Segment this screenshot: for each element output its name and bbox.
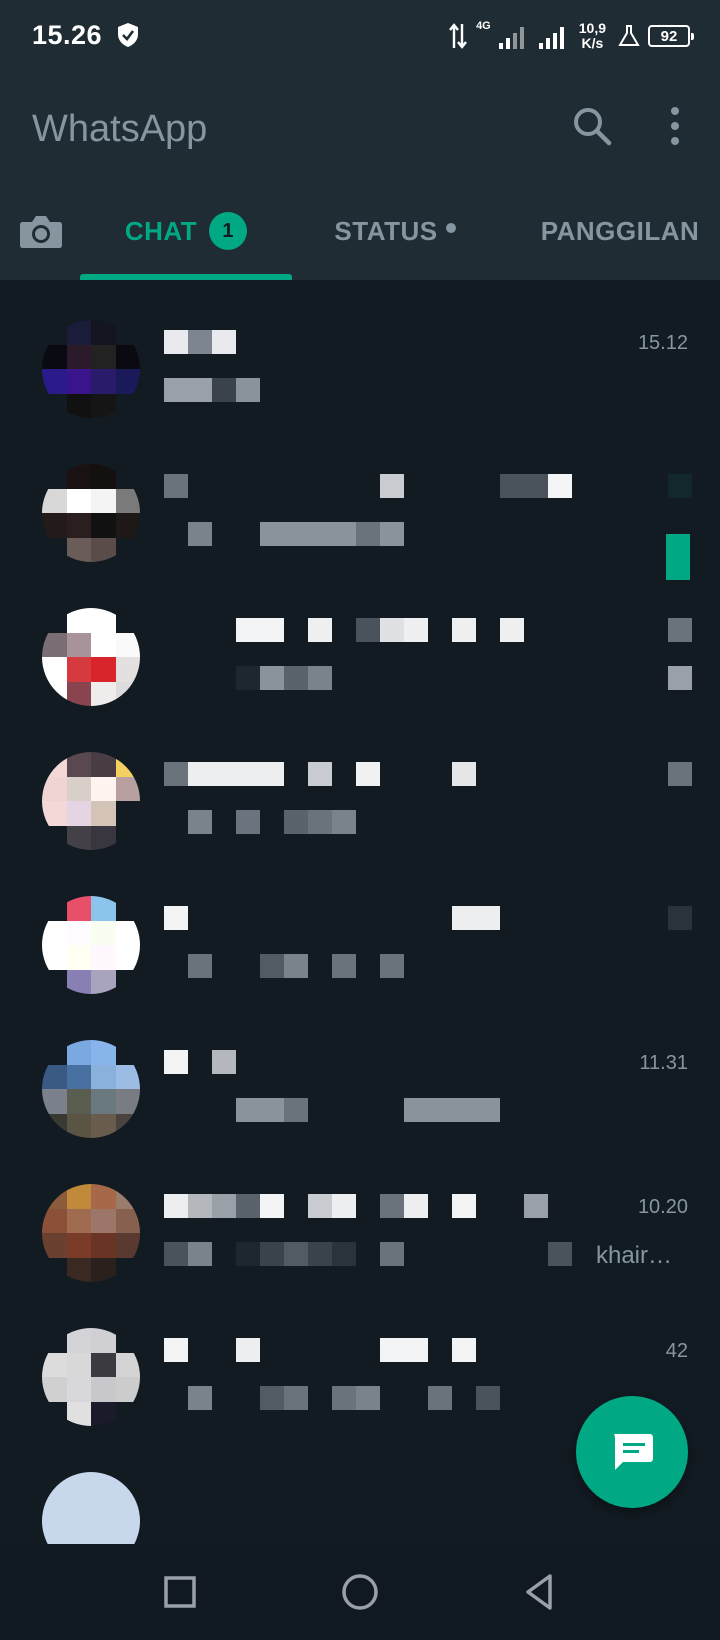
chat-name-redacted	[164, 1194, 548, 1218]
avatar	[42, 752, 140, 850]
chat-preview-redacted	[164, 666, 332, 690]
more-options-icon[interactable]	[660, 102, 690, 150]
chat-name-redacted	[164, 906, 500, 930]
chat-name-redacted	[164, 474, 572, 498]
avatar	[42, 1472, 140, 1544]
signal-icon-2	[538, 27, 564, 49]
chat-name-redacted	[164, 330, 236, 354]
status-update-dot	[445, 223, 456, 233]
chat-row[interactable]	[0, 568, 720, 712]
clock: 15.26	[32, 20, 103, 50]
tab-status-label: STATUS	[334, 215, 438, 246]
time-redacted	[668, 474, 692, 498]
tab-calls-label: PANGGILAN	[540, 215, 700, 246]
chat-time: 15.12	[637, 332, 688, 354]
chat-list[interactable]: 15.12 11.31 10.20 khair… 42	[0, 280, 720, 1544]
back-button[interactable]	[516, 1568, 564, 1616]
network-type: 4G	[476, 20, 491, 32]
app-title: WhatsApp	[32, 108, 208, 150]
chat-time: 11.31	[639, 1052, 688, 1074]
count-redacted	[668, 666, 692, 690]
new-chat-icon	[614, 1434, 653, 1470]
recents-button[interactable]	[156, 1568, 204, 1616]
search-icon[interactable]	[568, 102, 616, 150]
chat-preview-redacted	[164, 810, 356, 834]
new-chat-button[interactable]	[576, 1396, 688, 1508]
unread-badge: 1	[209, 212, 248, 250]
time-redacted	[668, 906, 692, 930]
chat-preview-tail: khair…	[595, 1242, 672, 1269]
app-bar: WhatsApp	[0, 72, 720, 182]
chat-row[interactable]	[0, 856, 720, 1000]
chat-time: 10.20	[637, 1196, 688, 1218]
network-speed: 10,9 K/s	[579, 21, 606, 51]
status-bar: 15.26 4G 10,9 K/s 92	[0, 0, 720, 72]
tab-bar: CHAT 1 STATUS PANGGILAN	[0, 182, 720, 280]
speed-value: 10,9	[578, 20, 606, 36]
camera-icon	[20, 216, 62, 248]
chat-row[interactable]: 10.20 khair…	[0, 1144, 720, 1288]
signal-icon	[498, 27, 524, 49]
avatar	[42, 896, 140, 994]
time-redacted	[668, 618, 692, 642]
battery-icon: 92	[648, 25, 694, 47]
avatar	[42, 1184, 140, 1282]
avatar	[42, 1040, 140, 1138]
chat-preview-redacted	[164, 1098, 500, 1122]
chat-preview-redacted	[164, 1386, 500, 1410]
chat-name-redacted	[164, 1338, 476, 1362]
tab-status[interactable]: STATUS	[320, 182, 470, 280]
avatar	[42, 320, 140, 418]
chat-row[interactable]: 11.31	[0, 1000, 720, 1144]
tab-calls[interactable]: PANGGILAN	[520, 182, 720, 280]
chat-row[interactable]: 15.12	[0, 280, 720, 424]
chat-row[interactable]	[0, 712, 720, 856]
chat-name-redacted	[164, 1050, 236, 1074]
avatar	[42, 608, 140, 706]
tab-chat[interactable]: CHAT 1	[80, 182, 292, 280]
chat-preview-redacted	[164, 522, 404, 546]
tab-chat-label: CHAT	[124, 215, 198, 246]
chat-preview-redacted	[164, 1242, 572, 1266]
avatar	[42, 1328, 140, 1426]
chat-row[interactable]	[0, 424, 720, 568]
tab-camera[interactable]	[14, 182, 68, 280]
shield-icon	[118, 23, 138, 47]
chat-name-redacted	[164, 762, 476, 786]
avatar	[42, 464, 140, 562]
chat-time: 42	[665, 1340, 688, 1362]
chat-preview-redacted	[164, 378, 260, 402]
chat-name-redacted	[164, 618, 524, 642]
speed-unit: K/s	[581, 35, 604, 51]
system-nav-bar	[0, 1544, 720, 1640]
data-transfer-icon	[449, 23, 467, 49]
home-button[interactable]	[336, 1568, 384, 1616]
flask-icon	[618, 25, 640, 46]
status-icons: 4G 10,9 K/s 92	[448, 16, 694, 56]
chat-preview-redacted	[164, 954, 404, 978]
time-redacted	[668, 762, 692, 786]
